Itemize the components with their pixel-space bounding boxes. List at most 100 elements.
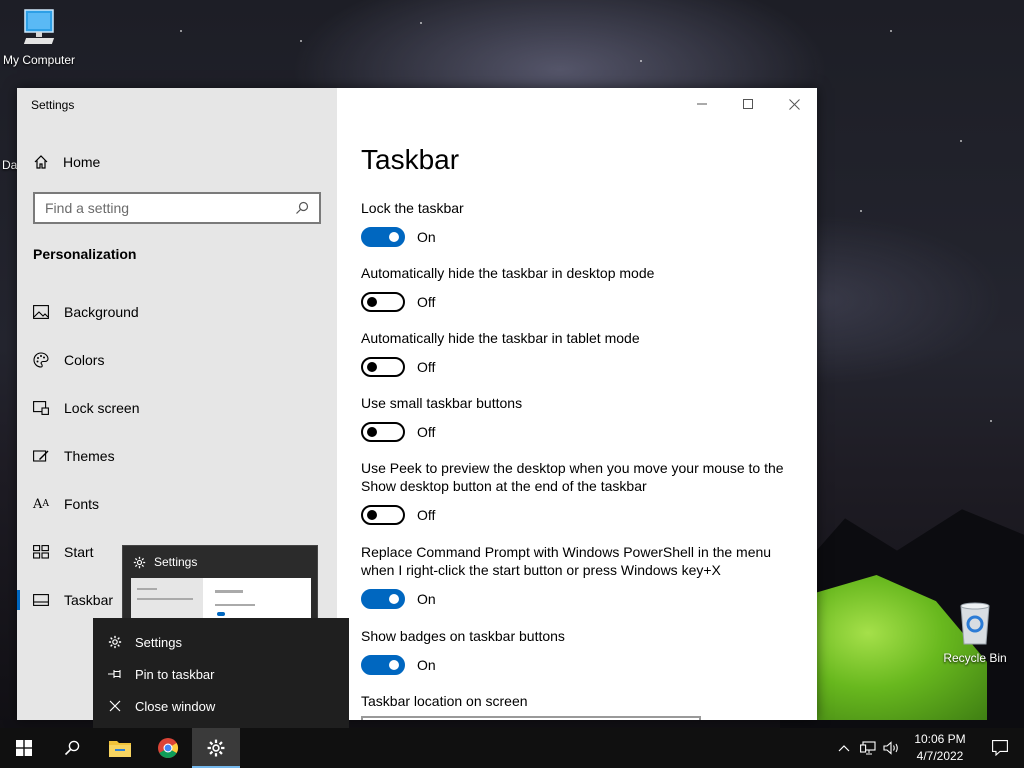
- desktop-icon-label: Recycle Bin: [943, 651, 1007, 665]
- thumbnail-title: Settings: [154, 555, 198, 569]
- network-button[interactable]: [856, 728, 880, 768]
- sidebar-item-label: Start: [64, 544, 94, 560]
- jump-item-label: Close window: [135, 698, 216, 714]
- nav-home[interactable]: Home: [33, 151, 100, 173]
- search-input[interactable]: [45, 200, 295, 216]
- taskbar-icon: [33, 592, 49, 608]
- setting-small-buttons: Use small taskbar buttons Off: [361, 394, 801, 442]
- find-setting-search[interactable]: [33, 192, 321, 224]
- setting-powershell: Replace Command Prompt with Windows Powe…: [361, 543, 801, 609]
- search-icon: [64, 740, 80, 756]
- setting-label: Use small taskbar buttons: [361, 395, 523, 411]
- system-tray: 10:06 PM 4/7/2022: [832, 728, 1024, 768]
- sidebar-item-label: Background: [64, 304, 139, 320]
- themes-icon: [33, 448, 49, 464]
- taskbar-thumbnail-preview[interactable]: Settings: [122, 545, 318, 626]
- chrome-icon: [158, 738, 178, 758]
- clock[interactable]: 10:06 PM 4/7/2022: [904, 731, 976, 765]
- desktop-icon-my-computer[interactable]: My Computer: [0, 8, 84, 67]
- toggle-switch[interactable]: [361, 227, 405, 247]
- notification-icon: [992, 740, 1008, 756]
- gear-icon: [207, 739, 225, 757]
- start-icon: [33, 544, 49, 560]
- toggle-switch[interactable]: [361, 422, 405, 442]
- setting-label: Use Peek to preview the desktop when you…: [361, 460, 784, 494]
- gear-icon: [107, 635, 123, 649]
- toggle-state-label: On: [417, 229, 436, 245]
- sidebar-item-themes[interactable]: Themes: [17, 432, 337, 480]
- volume-button[interactable]: [880, 728, 904, 768]
- computer-icon: [23, 9, 55, 44]
- toggle-switch[interactable]: [361, 292, 405, 312]
- close-icon: [107, 700, 123, 712]
- jump-item-pin[interactable]: Pin to taskbar: [93, 658, 349, 690]
- jump-item-close[interactable]: Close window: [93, 690, 349, 722]
- toggle-switch[interactable]: [361, 357, 405, 377]
- windows-logo-icon: [16, 740, 32, 756]
- action-center-button[interactable]: [976, 728, 1024, 768]
- desktop-icon-label: My Computer: [2, 53, 76, 67]
- setting-peek: Use Peek to preview the desktop when you…: [361, 459, 801, 525]
- taskbar: 10:06 PM 4/7/2022: [0, 728, 1024, 768]
- chrome-button[interactable]: [144, 728, 192, 768]
- search-button[interactable]: [48, 728, 96, 768]
- setting-badges: Show badges on taskbar buttons On: [361, 627, 801, 675]
- page-title: Taskbar: [361, 144, 460, 175]
- speaker-icon: [883, 741, 898, 755]
- window-title: Settings: [31, 98, 75, 112]
- desktop-icon-recycle-bin[interactable]: Recycle Bin: [930, 600, 1020, 665]
- jump-item-settings[interactable]: Settings: [93, 626, 349, 658]
- toggle-switch[interactable]: [361, 505, 405, 525]
- toggle-state-label: Off: [417, 424, 436, 440]
- taskbar-jump-list: Settings Pin to taskbar Close window: [93, 618, 349, 728]
- setting-label: Automatically hide the taskbar in deskto…: [361, 265, 655, 281]
- sidebar-item-label: Taskbar: [64, 592, 114, 608]
- sidebar-item-lock-screen[interactable]: Lock screen: [17, 384, 337, 432]
- clock-time: 10:06 PM: [914, 732, 966, 746]
- setting-label: Replace Command Prompt with Windows Powe…: [361, 544, 772, 578]
- nav-home-label: Home: [63, 154, 101, 170]
- sidebar-item-label: Lock screen: [64, 400, 140, 416]
- settings-taskbar-button[interactable]: [192, 728, 240, 768]
- file-explorer-button[interactable]: [96, 728, 144, 768]
- setting-label: Automatically hide the taskbar in tablet…: [361, 330, 640, 346]
- fonts-icon: AA: [33, 496, 49, 512]
- toggle-state-label: On: [417, 591, 436, 607]
- setting-label: Show badges on taskbar buttons: [361, 628, 565, 644]
- jump-item-label: Pin to taskbar: [135, 666, 215, 682]
- toggle-switch[interactable]: [361, 589, 405, 609]
- recycle-bin-icon: [960, 602, 990, 645]
- folder-icon: [109, 741, 131, 757]
- setting-label: Lock the taskbar: [361, 200, 464, 216]
- palette-icon: [33, 352, 49, 368]
- setting-lock-taskbar: Lock the taskbar On: [361, 199, 801, 247]
- partial-desktop-label: Da: [2, 158, 18, 172]
- pin-icon: [107, 668, 123, 680]
- picture-icon: [33, 304, 49, 320]
- setting-location: Taskbar location on screen: [361, 692, 801, 710]
- sidebar-item-background[interactable]: Background: [17, 288, 337, 336]
- sidebar-item-colors[interactable]: Colors: [17, 336, 337, 384]
- taskbar-location-dropdown[interactable]: [361, 716, 701, 720]
- start-button[interactable]: [0, 728, 48, 768]
- toggle-state-label: Off: [417, 359, 436, 375]
- sidebar-item-label: Themes: [64, 448, 115, 464]
- nav-section-title: Personalization: [33, 246, 137, 262]
- sidebar-item-fonts[interactable]: AA Fonts: [17, 480, 337, 528]
- toggle-state-label: On: [417, 657, 436, 673]
- toggle-state-label: Off: [417, 507, 436, 523]
- lock-screen-icon: [33, 400, 49, 416]
- sidebar-item-label: Fonts: [64, 496, 100, 512]
- search-icon: [296, 201, 309, 214]
- setting-label: Taskbar location on screen: [361, 693, 528, 709]
- chevron-up-icon: [838, 745, 850, 752]
- setting-autohide-desktop: Automatically hide the taskbar in deskto…: [361, 264, 801, 312]
- jump-item-label: Settings: [135, 634, 182, 650]
- sidebar-item-label: Colors: [64, 352, 105, 368]
- settings-content: Taskbar Lock the taskbar On Automaticall…: [361, 88, 801, 720]
- show-hidden-icons-button[interactable]: [832, 728, 856, 768]
- setting-autohide-tablet: Automatically hide the taskbar in tablet…: [361, 329, 801, 377]
- network-icon: [860, 741, 876, 755]
- toggle-switch[interactable]: [361, 655, 405, 675]
- clock-date: 4/7/2022: [916, 749, 964, 763]
